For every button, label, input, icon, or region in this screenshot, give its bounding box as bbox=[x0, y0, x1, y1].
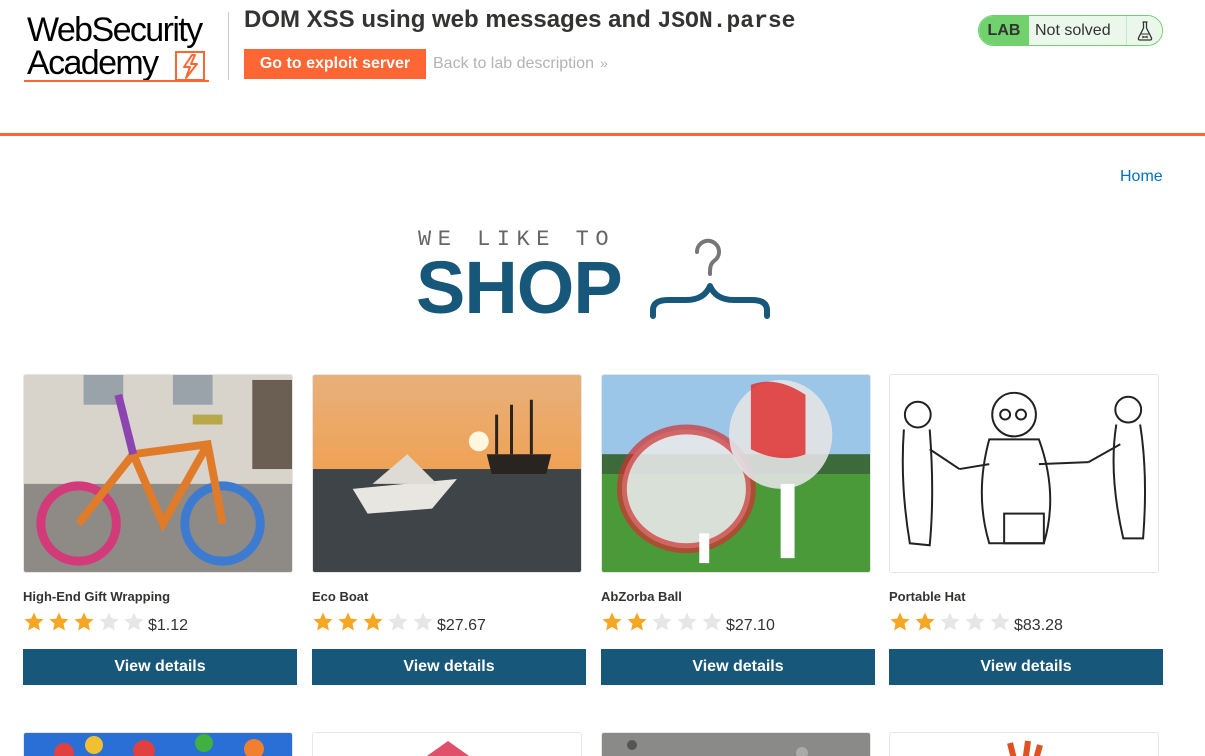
lab-title: DOM XSS using web messages and JSON.pars… bbox=[244, 6, 795, 35]
product-image[interactable] bbox=[889, 374, 1159, 573]
view-details-button[interactable]: View details bbox=[601, 649, 875, 685]
product-price: $1.12 bbox=[148, 617, 189, 634]
balloons-image bbox=[24, 733, 292, 756]
star-filled-icon bbox=[362, 611, 387, 633]
star-empty-icon bbox=[964, 611, 989, 633]
banner-title: SHOP bbox=[416, 246, 623, 329]
star-empty-icon bbox=[651, 611, 676, 633]
lab-title-code: JSON.parse bbox=[657, 8, 796, 34]
view-details-button[interactable]: View details bbox=[889, 649, 1163, 685]
star-filled-icon bbox=[312, 611, 337, 633]
product-image[interactable] bbox=[312, 732, 582, 756]
abzorba-ball-image bbox=[602, 375, 870, 572]
product-price: $83.28 bbox=[1014, 617, 1063, 634]
star-empty-icon bbox=[412, 611, 437, 633]
star-rating bbox=[601, 611, 726, 633]
grey-photo-image bbox=[602, 733, 870, 756]
star-filled-icon bbox=[914, 611, 939, 633]
eco-boat-image bbox=[313, 375, 581, 572]
star-rating bbox=[889, 611, 1014, 633]
star-rating bbox=[23, 611, 148, 633]
star-filled-icon bbox=[23, 611, 48, 633]
star-empty-icon bbox=[123, 611, 148, 633]
view-details-button[interactable]: View details bbox=[23, 649, 297, 685]
lab-badge: LAB bbox=[979, 16, 1029, 45]
star-empty-icon bbox=[387, 611, 412, 633]
product-card: AbZorba Ball $27.10 View details bbox=[601, 374, 876, 694]
star-empty-icon bbox=[989, 611, 1014, 633]
lab-title-text: DOM XSS using web messages and bbox=[244, 6, 658, 33]
portable-hat-image bbox=[890, 375, 1158, 572]
star-empty-icon bbox=[701, 611, 726, 633]
star-filled-icon bbox=[889, 611, 914, 633]
lab-status-text: Not solved bbox=[1029, 16, 1126, 45]
star-filled-icon bbox=[73, 611, 98, 633]
product-price: $27.67 bbox=[437, 617, 486, 634]
product-name: Eco Boat bbox=[312, 589, 369, 604]
star-filled-icon bbox=[337, 611, 362, 633]
product-card: Eco Boat $27.67 View details bbox=[312, 374, 587, 694]
product-card: High-End Gift Wrapping $1.12 View detail… bbox=[23, 374, 298, 694]
logo-line-1: WebSecurity bbox=[27, 11, 203, 49]
star-rating bbox=[312, 611, 437, 633]
home-link[interactable]: Home bbox=[1120, 168, 1163, 186]
tent-image bbox=[313, 733, 581, 756]
product-image[interactable] bbox=[312, 374, 582, 573]
product-card: Portable Hat $83.28 View details bbox=[889, 374, 1164, 694]
flask-icon bbox=[1126, 16, 1162, 45]
go-to-exploit-server-button[interactable]: Go to exploit server bbox=[244, 49, 426, 79]
header-rule bbox=[0, 133, 1205, 136]
star-empty-icon bbox=[676, 611, 701, 633]
logo-line-2: Academy bbox=[27, 44, 159, 82]
web-security-academy-logo[interactable]: WebSecurity Academy bbox=[24, 11, 229, 85]
lightning-bolt-icon bbox=[175, 51, 205, 81]
star-filled-icon bbox=[48, 611, 73, 633]
view-details-button[interactable]: View details bbox=[312, 649, 586, 685]
yarn-bike-image bbox=[24, 375, 292, 572]
product-name: Portable Hat bbox=[889, 589, 966, 604]
product-image[interactable] bbox=[601, 374, 871, 573]
red-figure-image bbox=[890, 733, 1158, 756]
star-empty-icon bbox=[98, 611, 123, 633]
star-filled-icon bbox=[601, 611, 626, 633]
product-image[interactable] bbox=[889, 732, 1159, 756]
product-image[interactable] bbox=[23, 374, 293, 573]
product-price: $27.10 bbox=[726, 617, 775, 634]
lab-status-widget: LAB Not solved bbox=[978, 15, 1163, 46]
academy-header: WebSecurity Academy DOM XSS using web me… bbox=[0, 0, 1205, 137]
back-link-label: Back to lab description bbox=[433, 55, 594, 72]
back-to-lab-description-link[interactable]: Back to lab description » bbox=[433, 55, 608, 73]
double-chevron-right-icon: » bbox=[599, 55, 608, 71]
product-name: AbZorba Ball bbox=[601, 589, 682, 604]
product-name: High-End Gift Wrapping bbox=[23, 589, 171, 604]
hanger-icon bbox=[650, 238, 770, 319]
star-filled-icon bbox=[626, 611, 651, 633]
product-image[interactable] bbox=[23, 732, 293, 756]
shop-banner: WE LIKE TO SHOP bbox=[416, 224, 772, 329]
star-empty-icon bbox=[939, 611, 964, 633]
header-divider bbox=[228, 12, 229, 80]
logo-underline bbox=[24, 80, 209, 82]
product-image[interactable] bbox=[601, 732, 871, 756]
